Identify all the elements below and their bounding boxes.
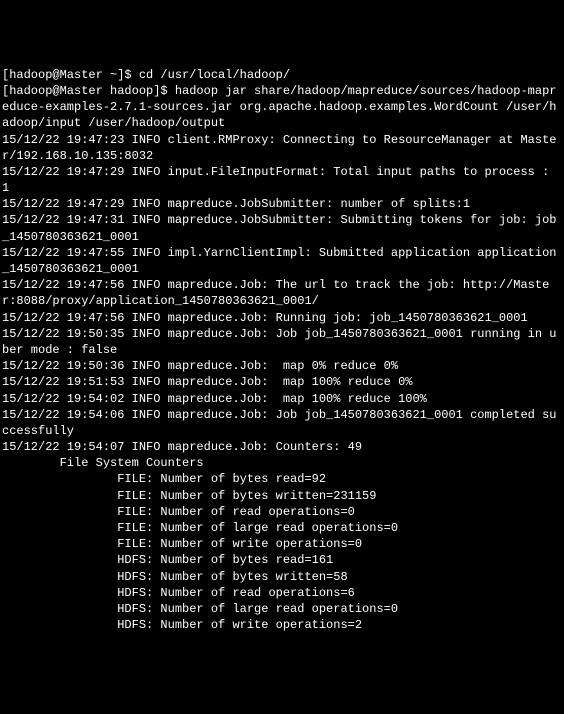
log-line: 15/12/22 19:47:23 INFO client.RMProxy: C… (2, 132, 562, 164)
log-line: 15/12/22 19:54:06 INFO mapreduce.Job: Jo… (2, 407, 562, 439)
log-line: 15/12/22 19:51:53 INFO mapreduce.Job: ma… (2, 374, 562, 390)
log-line: 15/12/22 19:47:56 INFO mapreduce.Job: Th… (2, 277, 562, 309)
log-line: FILE: Number of read operations=0 (2, 504, 562, 520)
log-line: 15/12/22 19:50:35 INFO mapreduce.Job: Jo… (2, 326, 562, 358)
prompt-line-2: [hadoop@Master hadoop]$ hadoop jar share… (2, 83, 562, 132)
log-line: HDFS: Number of write operations=2 (2, 617, 562, 633)
log-line: 15/12/22 19:47:55 INFO impl.YarnClientIm… (2, 245, 562, 277)
prompt-line-1: [hadoop@Master ~]$ cd /usr/local/hadoop/ (2, 67, 562, 83)
log-line: FILE: Number of bytes written=231159 (2, 488, 562, 504)
log-line: 15/12/22 19:54:02 INFO mapreduce.Job: ma… (2, 391, 562, 407)
log-line: HDFS: Number of read operations=6 (2, 585, 562, 601)
prompt-1-userhost: [hadoop@Master ~]$ (2, 68, 139, 82)
log-line: 15/12/22 19:54:07 INFO mapreduce.Job: Co… (2, 439, 562, 455)
log-line: 15/12/22 19:47:31 INFO mapreduce.JobSubm… (2, 212, 562, 244)
log-line: FILE: Number of bytes read=92 (2, 471, 562, 487)
log-line: HDFS: Number of large read operations=0 (2, 601, 562, 617)
log-line: File System Counters (2, 455, 562, 471)
terminal-output[interactable]: [hadoop@Master ~]$ cd /usr/local/hadoop/… (2, 67, 562, 634)
log-line: HDFS: Number of bytes read=161 (2, 552, 562, 568)
log-line: 15/12/22 19:50:36 INFO mapreduce.Job: ma… (2, 358, 562, 374)
log-line: 15/12/22 19:47:56 INFO mapreduce.Job: Ru… (2, 310, 562, 326)
prompt-2-userhost: [hadoop@Master hadoop]$ (2, 84, 175, 98)
log-line: FILE: Number of large read operations=0 (2, 520, 562, 536)
log-line: 15/12/22 19:47:29 INFO mapreduce.JobSubm… (2, 196, 562, 212)
log-line: FILE: Number of write operations=0 (2, 536, 562, 552)
log-line: HDFS: Number of bytes written=58 (2, 569, 562, 585)
log-line: 15/12/22 19:47:29 INFO input.FileInputFo… (2, 164, 562, 196)
prompt-1-cmd: cd /usr/local/hadoop/ (139, 68, 290, 82)
